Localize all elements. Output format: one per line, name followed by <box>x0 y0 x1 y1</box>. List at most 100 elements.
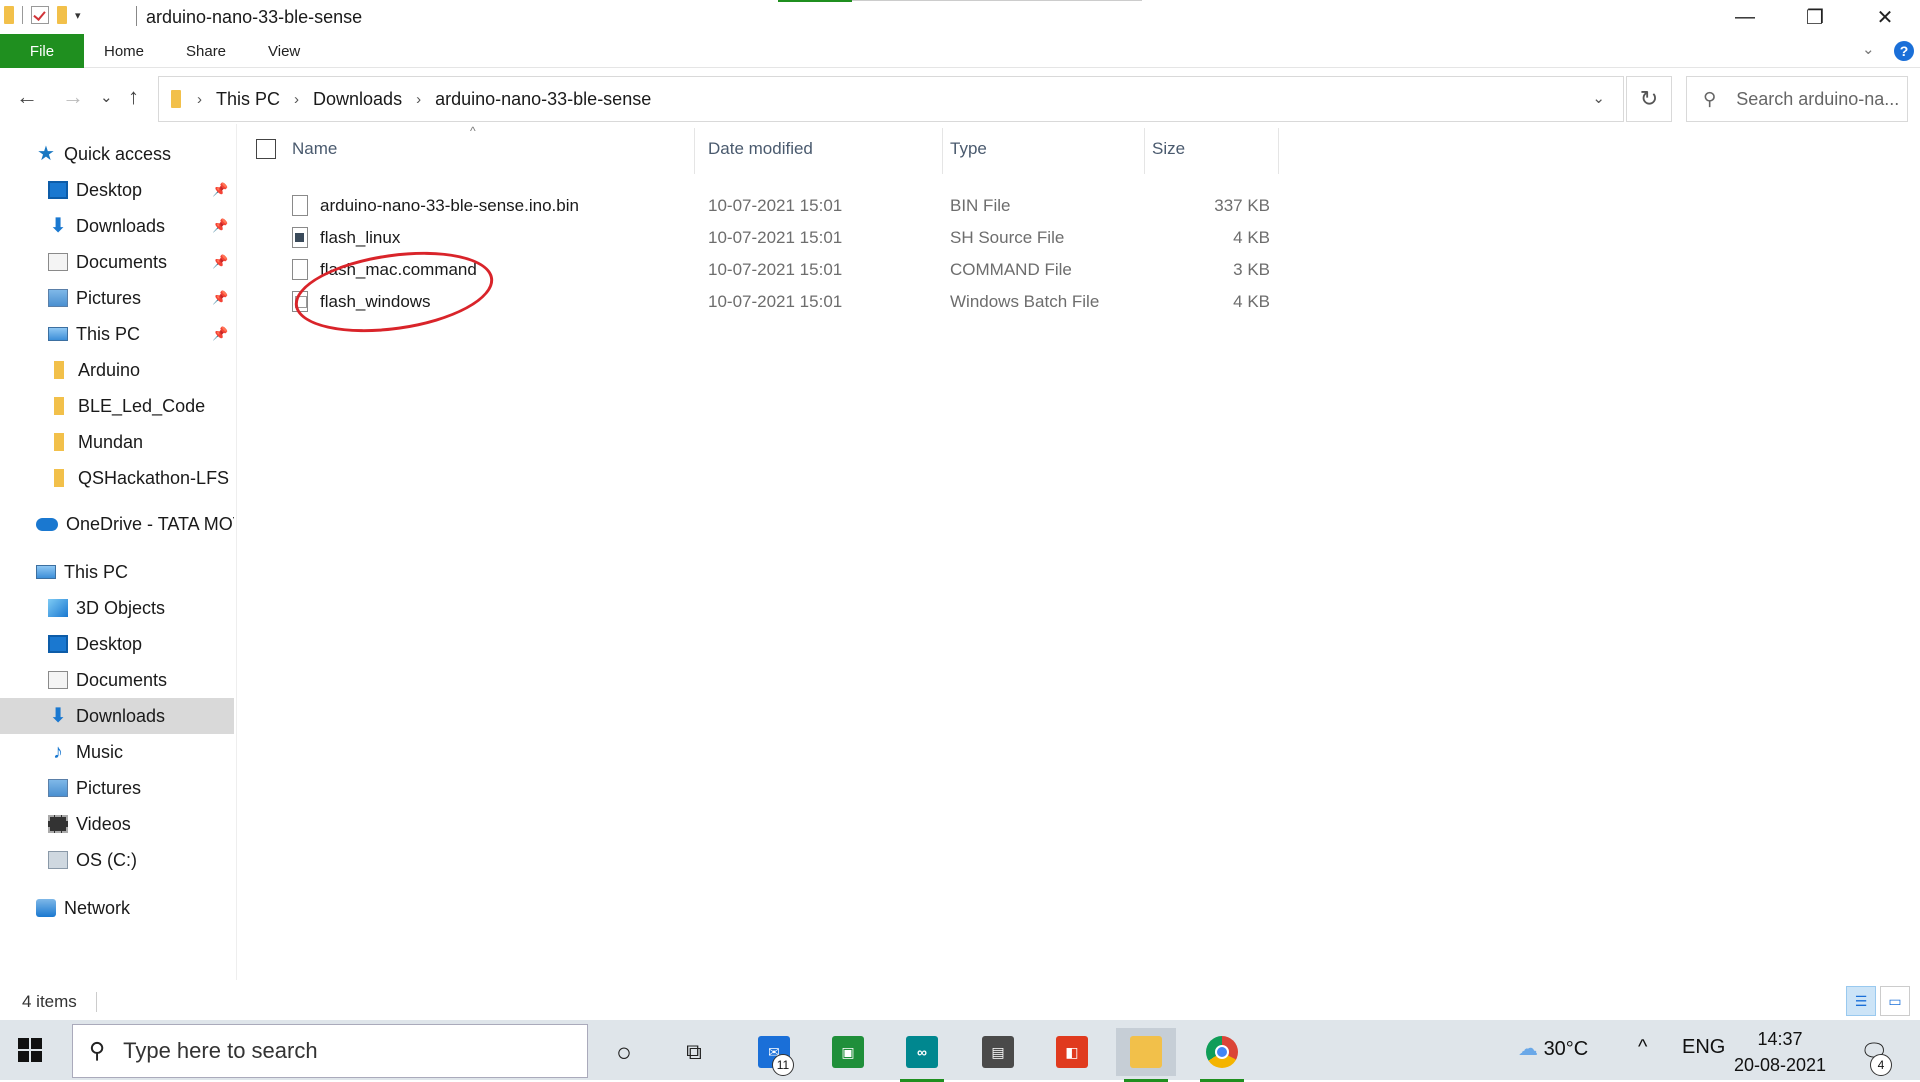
breadcrumb-this-pc[interactable]: This PC <box>216 89 280 110</box>
windows-logo-icon <box>31 1038 42 1049</box>
nav-item[interactable]: This PC 📌 <box>0 316 234 352</box>
forward-button[interactable]: → <box>62 84 84 110</box>
nav-item[interactable]: ⬇ Downloads <box>0 698 234 734</box>
search-input[interactable]: ⚲ Search arduino-na... <box>1686 76 1908 122</box>
taskbar-search-input[interactable]: ⚲ Type here to search <box>72 1024 588 1078</box>
column-header-date-modified[interactable]: Date modified <box>708 124 813 174</box>
address-history-dropdown[interactable]: ⌄ <box>1592 89 1605 107</box>
cloud-icon <box>36 517 58 531</box>
file-explorer-button[interactable] <box>1116 1028 1176 1082</box>
nav-item[interactable]: OS (C:) <box>0 842 234 878</box>
meet-app-button[interactable]: ▣ <box>818 1028 878 1076</box>
nav-item[interactable]: Desktop 📌 <box>0 172 234 208</box>
nav-item[interactable]: 3D Objects <box>0 590 234 626</box>
arduino-icon: ∞ <box>906 1036 938 1068</box>
back-button[interactable]: ← <box>16 84 38 110</box>
address-bar[interactable]: › This PC › Downloads › arduino-nano-33-… <box>158 76 1624 122</box>
nav-item[interactable]: Pictures 📌 <box>0 280 234 316</box>
show-hidden-icons-button[interactable]: ^ <box>1638 1036 1647 1059</box>
nav-item[interactable]: ⬇ Downloads 📌 <box>0 208 234 244</box>
nav-item-label: Quick access <box>64 143 172 164</box>
chrome-button[interactable] <box>1192 1028 1252 1082</box>
nav-item[interactable]: Videos <box>0 806 234 842</box>
breadcrumb-current-folder[interactable]: arduino-nano-33-ble-sense <box>435 89 651 110</box>
nav-item-label: Pictures <box>76 287 142 308</box>
tab-share[interactable]: Share <box>186 34 226 68</box>
nav-item[interactable]: ♪ Music <box>0 734 234 770</box>
start-button[interactable] <box>18 1038 42 1062</box>
task-view-button[interactable]: ⧉ <box>664 1028 724 1076</box>
column-divider[interactable] <box>694 128 695 174</box>
input-language[interactable]: ENG <box>1682 1036 1725 1059</box>
large-icons-view-icon: ▭ <box>1888 992 1902 1009</box>
desktop-icon <box>48 181 68 199</box>
details-view-button[interactable]: ☰ <box>1846 986 1876 1016</box>
arduino-app-button[interactable]: ∞ <box>892 1028 952 1082</box>
select-all-checkbox[interactable] <box>256 139 276 159</box>
nav-item[interactable]: ★ Quick access <box>0 136 234 172</box>
tab-view[interactable]: View <box>268 34 300 68</box>
nav-item[interactable]: Desktop <box>0 626 234 662</box>
tab-home[interactable]: Home <box>104 34 144 68</box>
breadcrumb-downloads[interactable]: Downloads <box>313 89 402 110</box>
pin-icon[interactable]: 📌 <box>212 218 228 234</box>
pin-icon[interactable]: 📌 <box>212 254 228 270</box>
nav-item[interactable]: Documents <box>0 662 234 698</box>
large-icons-view-button[interactable]: ▭ <box>1880 986 1910 1016</box>
file-row[interactable]: flash_linux 10-07-2021 15:01 SH Source Fil… <box>238 222 1278 254</box>
computer-icon <box>48 327 68 341</box>
documents-icon <box>48 253 68 271</box>
up-button[interactable]: ↑ <box>128 84 139 110</box>
navigation-pane: ★ Quick access Desktop 📌 ⬇ Downloads 📌 Document… <box>0 124 236 980</box>
notifications-button[interactable]: 🗨 4 <box>1844 1028 1904 1076</box>
weather-temperature: 30°C <box>1543 1038 1589 1060</box>
clock[interactable]: 14:37 20-08-2021 <box>1720 1026 1840 1078</box>
customize-toolbar-icon[interactable]: ▾ <box>75 9 81 22</box>
cortana-button[interactable]: ○ <box>594 1028 654 1076</box>
refresh-button[interactable]: ↻ <box>1626 76 1672 122</box>
file-type: SH Source File <box>950 228 1065 247</box>
computer-icon <box>36 565 56 579</box>
notes-app-button[interactable]: ▤ <box>968 1028 1028 1076</box>
nav-item-label: Downloads <box>76 705 166 726</box>
weather-widget[interactable]: ☁ 30°C <box>1518 1036 1588 1061</box>
new-folder-icon[interactable] <box>57 6 67 24</box>
nav-item[interactable]: Documents 📌 <box>0 244 234 280</box>
column-divider[interactable] <box>1278 128 1279 174</box>
nav-item[interactable]: QSHackathon-LFS s <box>0 460 234 496</box>
expand-ribbon-icon[interactable]: ⌄ <box>1862 40 1875 58</box>
nav-item[interactable]: Network <box>0 890 234 926</box>
properties-icon[interactable] <box>31 6 49 24</box>
pin-icon[interactable]: 📌 <box>212 290 228 306</box>
mail-app-button[interactable]: ✉ 11 <box>744 1028 804 1076</box>
pin-icon[interactable]: 📌 <box>212 326 228 342</box>
close-button[interactable]: ✕ <box>1850 0 1920 34</box>
column-header-name[interactable]: Name <box>292 124 337 174</box>
nav-item[interactable]: This PC <box>0 554 234 590</box>
nav-item-label: Documents <box>76 251 168 272</box>
column-divider[interactable] <box>1144 128 1145 174</box>
pin-icon[interactable]: 📌 <box>212 182 228 198</box>
nav-item[interactable]: OneDrive - TATA MOT <box>0 506 234 542</box>
file-list: ^ Name Date modified Type Size arduino-n… <box>238 124 1920 980</box>
maximize-button[interactable]: ❐ <box>1780 0 1850 34</box>
documents-icon <box>48 671 68 689</box>
breadcrumb-separator[interactable]: › <box>294 91 299 108</box>
office-app-button[interactable]: ◧ <box>1042 1028 1102 1076</box>
progress-track <box>852 0 1142 1</box>
pane-divider[interactable] <box>236 124 237 980</box>
column-header-size[interactable]: Size <box>1152 124 1185 174</box>
tab-file[interactable]: File <box>0 34 84 68</box>
file-row[interactable]: arduino-nano-33-ble-sense.ino.bin 10-07-2… <box>238 190 1278 222</box>
nav-item[interactable]: Mundan <box>0 424 234 460</box>
recent-locations-button[interactable]: ⌄ <box>100 88 113 106</box>
breadcrumb-separator[interactable]: › <box>416 91 421 108</box>
nav-item[interactable]: Pictures <box>0 770 234 806</box>
minimize-button[interactable]: — <box>1710 0 1780 34</box>
nav-item[interactable]: Arduino <box>0 352 234 388</box>
column-divider[interactable] <box>942 128 943 174</box>
help-icon[interactable]: ? <box>1894 41 1914 61</box>
column-header-type[interactable]: Type <box>950 124 987 174</box>
nav-item[interactable]: BLE_Led_Code <box>0 388 234 424</box>
file-name: flash_linux <box>320 228 401 247</box>
